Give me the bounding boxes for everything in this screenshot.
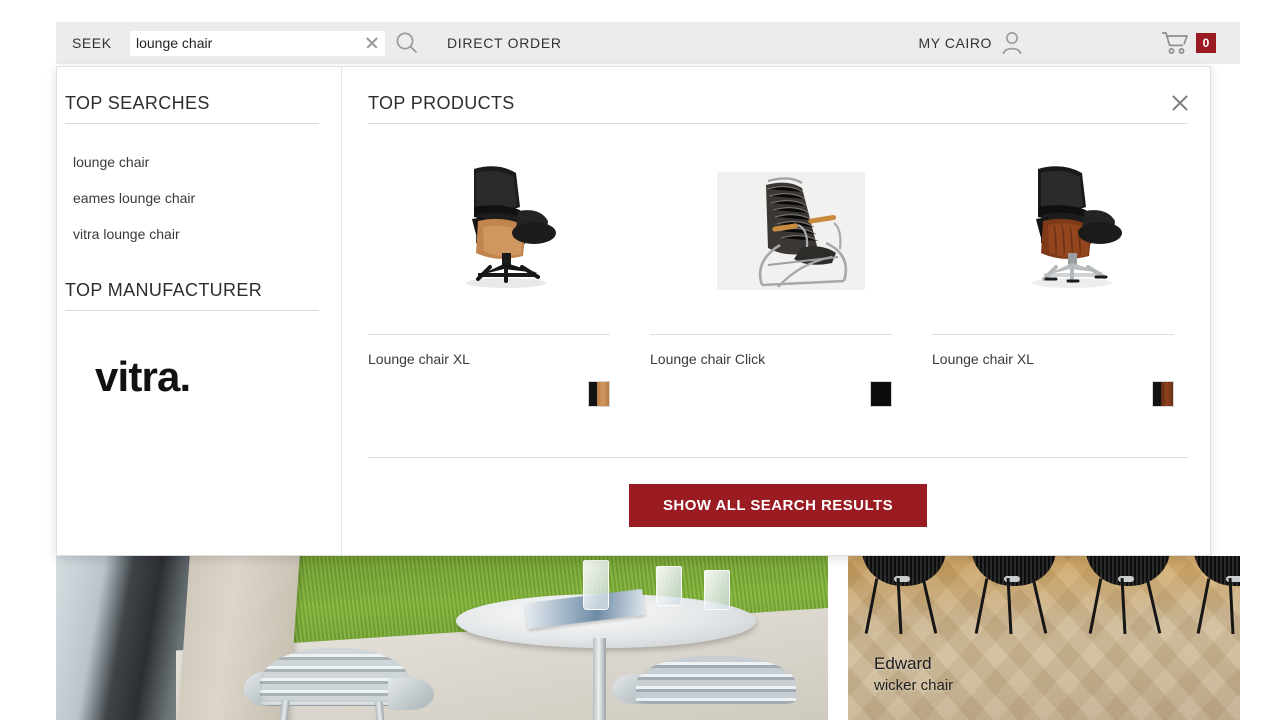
hero-right-wicker-chair xyxy=(966,556,1062,654)
hero-right-wicker-chair xyxy=(1188,556,1240,654)
hero-left-chair xyxy=(612,656,816,720)
product-swatch-row xyxy=(368,367,610,407)
hero-left-glass xyxy=(656,566,682,606)
search-input[interactable] xyxy=(130,30,385,56)
suggestions-left-column: TOP SEARCHES lounge chair eames lounge c… xyxy=(57,67,342,555)
shopping-cart-icon xyxy=(1162,32,1188,54)
click-lounge-chair-icon xyxy=(758,177,847,288)
hero-left-table-stem xyxy=(593,638,606,720)
cart-button[interactable]: 0 xyxy=(1161,31,1216,55)
hero-right-wicker-chair xyxy=(856,556,952,654)
product-swatch-row xyxy=(650,367,892,407)
top-searches-list: lounge chair eames lounge chair vitra lo… xyxy=(65,144,341,252)
show-all-results-wrapper: SHOW ALL SEARCH RESULTS xyxy=(368,457,1188,555)
search-field-wrapper xyxy=(130,30,385,56)
top-products-title: TOP PRODUCTS xyxy=(368,93,1188,124)
hero-right-caption-title: Edward xyxy=(874,653,932,673)
product-swatch-row xyxy=(932,367,1174,407)
my-account-link[interactable]: MY CAIRO xyxy=(919,31,1023,55)
user-icon xyxy=(1002,31,1022,55)
eames-lounge-chair-rosewood-icon xyxy=(1031,166,1122,288)
product-image xyxy=(650,142,931,320)
product-image xyxy=(368,142,649,320)
top-manufacturer-block: TOP MANUFACTURER vitra. xyxy=(65,280,341,401)
magnifier-icon xyxy=(396,32,418,54)
seek-label: SEEK xyxy=(72,35,112,51)
hero-left-carafe xyxy=(583,560,609,610)
hero-right-wicker-chair xyxy=(1080,556,1176,654)
hero-tile-outdoor-furniture[interactable] xyxy=(56,556,828,720)
hero-right-caption-subtitle: wicker chair xyxy=(874,676,954,694)
product-card[interactable]: Lounge chair XL xyxy=(932,142,1213,407)
product-name: Lounge chair Click xyxy=(650,351,766,367)
clear-search-icon[interactable] xyxy=(365,36,379,50)
eames-lounge-chair-tan-icon xyxy=(465,166,556,288)
product-name: Lounge chair XL xyxy=(932,351,1034,367)
direct-order-link[interactable]: DIRECT ORDER xyxy=(447,35,562,51)
top-products-grid: Lounge chair XL Lounge chair Click Loung… xyxy=(368,142,1214,407)
topbar-right-group: MY CAIRO 0 xyxy=(919,31,1240,55)
top-search-item[interactable]: eames lounge chair xyxy=(65,180,341,216)
close-panel-icon[interactable] xyxy=(1170,93,1190,113)
product-card[interactable]: Lounge chair Click xyxy=(650,142,931,407)
suggestions-right-column: TOP PRODUCTS Lounge chair XL Lounge chai… xyxy=(342,67,1232,555)
show-all-search-results-button[interactable]: SHOW ALL SEARCH RESULTS xyxy=(628,484,928,527)
product-name: Lounge chair XL xyxy=(368,351,470,367)
top-search-item[interactable]: vitra lounge chair xyxy=(65,216,341,252)
top-utility-bar: SEEK DIRECT ORDER MY CAIRO 0 xyxy=(56,22,1240,64)
top-manufacturer-title: TOP MANUFACTURER xyxy=(65,280,319,311)
hero-right-caption: Edward wicker chair xyxy=(874,653,953,696)
vitra-logo[interactable]: vitra. xyxy=(65,353,341,401)
color-swatch[interactable] xyxy=(870,381,892,407)
hero-tile-edward-wicker-chair[interactable]: Edward wicker chair xyxy=(848,556,1240,720)
hero-left-glass xyxy=(704,570,730,610)
top-search-item[interactable]: lounge chair xyxy=(65,144,341,180)
color-swatch[interactable] xyxy=(588,381,610,407)
product-image xyxy=(932,142,1213,320)
product-card[interactable]: Lounge chair XL xyxy=(368,142,649,407)
my-account-label: MY CAIRO xyxy=(918,35,992,51)
color-swatch[interactable] xyxy=(1152,381,1174,407)
search-suggestions-panel: TOP SEARCHES lounge chair eames lounge c… xyxy=(56,66,1211,556)
search-button[interactable] xyxy=(385,22,429,64)
hero-left-chair xyxy=(236,648,436,720)
cart-count-badge: 0 xyxy=(1196,33,1216,53)
top-searches-title: TOP SEARCHES xyxy=(65,93,319,124)
